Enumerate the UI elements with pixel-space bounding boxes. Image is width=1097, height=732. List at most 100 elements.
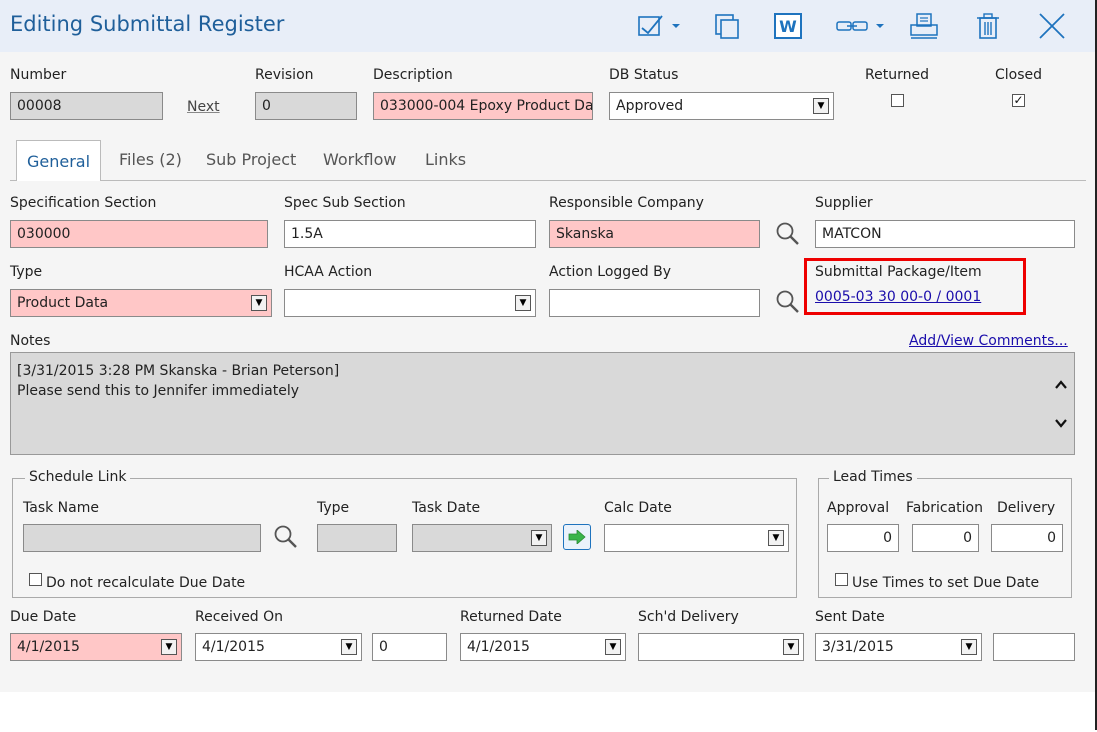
tab-links[interactable]: Links (425, 150, 466, 169)
returned-date-value: 4/1/2015 (467, 639, 530, 655)
type-label: Type (10, 264, 43, 280)
action-logged-by-field[interactable] (549, 289, 760, 317)
sent-date-value: 3/31/2015 (822, 639, 894, 655)
tab-files[interactable]: Files (2) (119, 150, 182, 169)
chevron-down-icon[interactable]: ▼ (961, 639, 977, 655)
print-button[interactable] (904, 10, 944, 42)
db-status-label: DB Status (609, 67, 679, 83)
received-on-label: Received On (195, 609, 284, 625)
schd-delivery-select[interactable]: ▼ (638, 633, 804, 661)
edit-check-icon (638, 15, 680, 36)
task-name-label: Task Name (23, 500, 99, 516)
received-days-field[interactable]: 0 (372, 633, 447, 661)
fabrication-label: Fabrication (906, 500, 983, 516)
chevron-down-icon[interactable]: ▼ (531, 530, 547, 546)
task-date-label: Task Date (412, 500, 481, 516)
task-name-field[interactable] (23, 524, 261, 552)
due-date-value: 4/1/2015 (17, 639, 80, 655)
type-select[interactable]: Product Data ▼ (10, 289, 272, 317)
highlight-box (804, 258, 1026, 315)
returned-checkbox[interactable] (891, 94, 904, 107)
use-times-checkbox[interactable] (835, 573, 848, 586)
revision-label: Revision (255, 67, 314, 83)
no-recalc-label: Do not recalculate Due Date (46, 575, 246, 591)
search-icon[interactable] (273, 524, 299, 550)
chevron-down-icon[interactable]: ▼ (813, 98, 829, 114)
next-link[interactable]: Next (187, 99, 220, 115)
chevron-down-icon[interactable]: ▼ (251, 295, 267, 311)
delete-button[interactable] (970, 10, 1006, 42)
search-icon[interactable] (775, 289, 801, 315)
closed-label: Closed (995, 67, 1043, 83)
link-menu-button[interactable] (832, 10, 890, 42)
use-times-label: Use Times to set Due Date (852, 575, 1040, 591)
sent-extra-field[interactable] (993, 633, 1075, 661)
responsible-company-label: Responsible Company (549, 195, 704, 211)
sent-date-select[interactable]: 3/31/2015 ▼ (815, 633, 982, 661)
received-on-select[interactable]: 4/1/2015 ▼ (195, 633, 362, 661)
db-status-select[interactable]: Approved ▼ (609, 92, 834, 120)
search-icon[interactable] (775, 221, 801, 247)
number-field[interactable]: 00008 (10, 92, 163, 120)
due-date-select[interactable]: 4/1/2015 ▼ (10, 633, 182, 661)
printer-icon (910, 13, 938, 39)
chevron-down-icon[interactable] (1054, 417, 1068, 429)
received-on-value: 4/1/2015 (202, 639, 265, 655)
spec-section-field[interactable]: 030000 (10, 220, 268, 248)
action-logged-by-label: Action Logged By (549, 264, 672, 280)
chevron-up-icon[interactable] (1054, 379, 1068, 391)
supplier-field[interactable]: MATCON (815, 220, 1075, 248)
calc-date-apply-button[interactable] (563, 524, 591, 550)
spec-sub-section-field[interactable]: 1.5A (284, 220, 536, 248)
edit-check-menu-button[interactable] (634, 10, 686, 42)
responsible-company-field[interactable]: Skanska (549, 220, 760, 248)
tab-general[interactable]: General (16, 140, 102, 181)
word-export-button[interactable]: W (771, 10, 805, 42)
chevron-down-icon[interactable]: ▼ (605, 639, 621, 655)
notes-textarea[interactable]: [3/31/2015 3:28 PM Skanska - Brian Peter… (10, 352, 1075, 455)
hcaa-action-label: HCAA Action (284, 264, 373, 280)
notes-line: [3/31/2015 3:28 PM Skanska - Brian Peter… (17, 363, 340, 379)
chevron-down-icon[interactable]: ▼ (783, 639, 799, 655)
schedule-link-legend: Schedule Link (25, 469, 131, 485)
spec-sub-section-label: Spec Sub Section (284, 195, 406, 211)
returned-label: Returned (865, 67, 929, 83)
closed-checkbox[interactable]: ✓ (1012, 94, 1025, 107)
returned-date-select[interactable]: 4/1/2015 ▼ (460, 633, 626, 661)
tabs-divider (10, 180, 1086, 181)
chevron-down-icon[interactable]: ▼ (768, 530, 784, 546)
task-date-select[interactable]: ▼ (412, 524, 552, 552)
no-recalc-checkbox[interactable] (29, 573, 42, 586)
type-value: Product Data (17, 295, 109, 311)
chevron-down-icon[interactable]: ▼ (341, 639, 357, 655)
number-label: Number (10, 67, 67, 83)
revision-field[interactable]: 0 (255, 92, 357, 120)
schedule-type-field[interactable] (317, 524, 397, 552)
copy-button[interactable] (709, 10, 745, 42)
tab-workflow[interactable]: Workflow (323, 150, 396, 169)
close-button[interactable] (1034, 10, 1070, 42)
due-date-label: Due Date (10, 609, 77, 625)
close-icon (1039, 13, 1065, 39)
chevron-down-icon[interactable]: ▼ (161, 639, 177, 655)
add-view-comments-link[interactable]: Add/View Comments... (909, 333, 1068, 349)
title-bar: Editing Submittal Register W (0, 0, 1095, 52)
tab-sub-project[interactable]: Sub Project (206, 150, 296, 169)
description-label: Description (373, 67, 453, 83)
description-field[interactable]: 033000-004 Epoxy Product Data (373, 92, 593, 120)
supplier-label: Supplier (815, 195, 873, 211)
schd-delivery-label: Sch'd Delivery (638, 609, 739, 625)
copy-icon (715, 14, 739, 39)
word-icon: W (774, 13, 802, 39)
window-title: Editing Submittal Register (10, 12, 285, 36)
notes-label: Notes (10, 333, 51, 349)
schedule-type-label: Type (317, 500, 350, 516)
calc-date-select[interactable]: ▼ (604, 524, 789, 552)
arrow-right-icon (568, 530, 586, 544)
delivery-field[interactable]: 0 (991, 524, 1063, 552)
hcaa-action-select[interactable]: ▼ (284, 289, 536, 317)
approval-field[interactable]: 0 (827, 524, 899, 552)
fabrication-field[interactable]: 0 (912, 524, 979, 552)
returned-date-label: Returned Date (460, 609, 562, 625)
chevron-down-icon[interactable]: ▼ (515, 295, 531, 311)
